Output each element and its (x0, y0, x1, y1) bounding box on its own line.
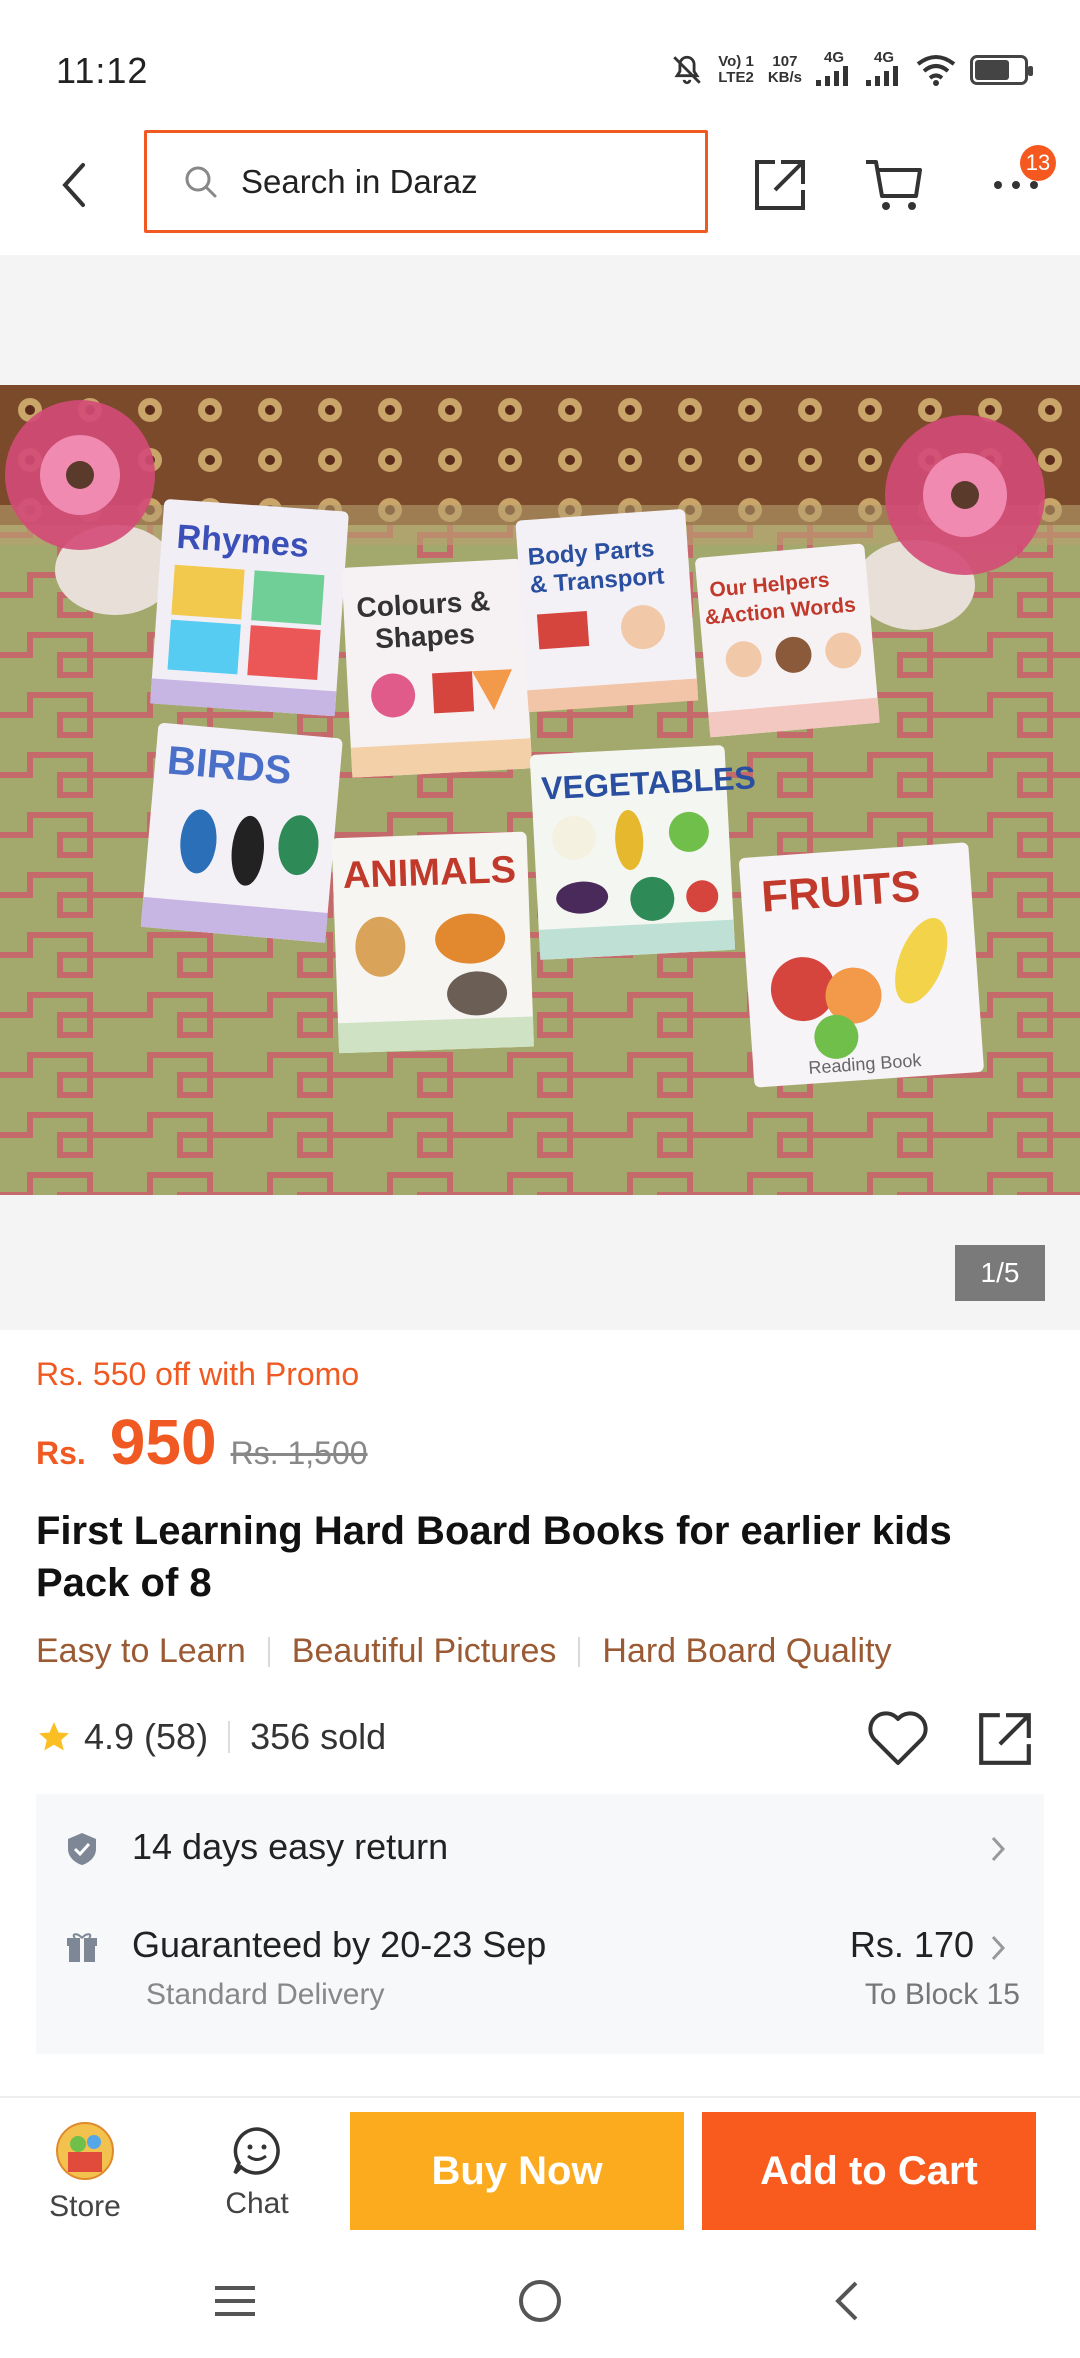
system-back-button[interactable] (806, 2266, 886, 2336)
wishlist-button[interactable] (865, 1706, 931, 1772)
book-vegetables: VEGETABLES (529, 745, 757, 960)
service-box: 14 days easy return Guaranteed by 20-23 … (36, 1794, 1044, 2054)
heart-icon (868, 1711, 928, 1765)
tag-item: Beautiful Pictures (291, 1632, 557, 1670)
delivery-location: To Block 15 (864, 1978, 1020, 2011)
back-arrow-icon (835, 2281, 858, 2321)
signal-2: 4G (866, 50, 902, 90)
sold-count: 356 sold (250, 1716, 387, 1757)
delivery-fee: Rs. 170 (849, 1924, 974, 1965)
rating-count: (58) (144, 1716, 209, 1757)
system-nav-bar (0, 2246, 1080, 2358)
chat-label: Chat (225, 2187, 289, 2220)
cart-icon (866, 160, 922, 210)
book-animals: ANIMALS (331, 831, 534, 1054)
chevron-right-icon (990, 1831, 1014, 1867)
return-text: 14 days easy return (132, 1826, 449, 1867)
book-body-parts: Body Parts & Transport (515, 509, 699, 713)
search-placeholder: Search in Daraz (241, 162, 478, 200)
book-our-helpers: Our Helpers &Action Words (695, 543, 880, 738)
menu-icon (215, 2286, 255, 2316)
store-button[interactable]: Store (15, 2098, 155, 2248)
original-price: Rs. 1,500 (230, 1435, 368, 1471)
delivery-row[interactable]: Guaranteed by 20-23 Sep Standard Deliver… (36, 1904, 1044, 2054)
recent-apps-button[interactable] (195, 2266, 275, 2336)
bottom-action-bar: Store Chat Buy Now Add to Cart (0, 2096, 1080, 2246)
cart-button[interactable] (862, 153, 926, 217)
book-birds: BIRDS (140, 723, 343, 943)
product-image[interactable]: Rhymes Colours & Shapes Body Parts & Tra… (0, 385, 1080, 1195)
book-colours-shapes: Colours & Shapes (341, 558, 533, 778)
store-label: Store (49, 2190, 121, 2223)
book-rhymes: Rhymes (150, 499, 349, 717)
status-time: 11:12 (56, 50, 149, 91)
status-icons: Vo) 1 LTE2 107 KB/s 4G 4G (670, 50, 1033, 90)
search-bar[interactable]: Search in Daraz (144, 130, 708, 233)
tag-item: Hard Board Quality (602, 1632, 892, 1670)
return-policy-row[interactable]: 14 days easy return (36, 1794, 1044, 1904)
chat-icon (233, 2127, 280, 2175)
more-button[interactable]: 13 (976, 145, 1056, 217)
share-icon (755, 160, 805, 210)
share-button[interactable] (748, 153, 812, 217)
rating-row[interactable]: 4.9 (58) 356 sold (36, 1716, 386, 1758)
image-counter: 1/5 (955, 1245, 1045, 1301)
signal-1: 4G (816, 50, 852, 90)
price-value: 950 (109, 1406, 217, 1478)
gift-box-icon (64, 1930, 100, 1966)
tag-divider (267, 1636, 270, 1667)
share-product-button[interactable] (972, 1706, 1038, 1772)
tag-item: Easy to Learn (36, 1632, 246, 1670)
back-button[interactable] (48, 155, 98, 215)
svg-text:Shapes: Shapes (374, 618, 475, 654)
chat-button[interactable]: Chat (187, 2098, 327, 2248)
mute-icon (673, 55, 702, 85)
status-bar: 11:12 Vo) 1 LTE2 107 KB/s 4G 4G (0, 0, 1080, 125)
chevron-left-icon (62, 163, 85, 207)
share-icon (979, 1713, 1031, 1765)
rating-value: 4.9 (84, 1716, 135, 1757)
more-icon (994, 181, 1038, 189)
product-title: First Learning Hard Board Books for earl… (36, 1509, 952, 1605)
home-button[interactable] (500, 2266, 580, 2336)
product-tags: Easy to Learn Beautiful Pictures Hard Bo… (36, 1632, 892, 1671)
battery-level (975, 60, 1009, 80)
svg-text:ANIMALS: ANIMALS (342, 849, 516, 897)
signal-bars-icon (816, 66, 848, 86)
battery-icon (970, 55, 1033, 85)
rating-divider (228, 1721, 231, 1753)
volte-indicator: Vo) 1 LTE2 (718, 53, 754, 86)
chevron-right-icon (990, 1930, 1014, 1966)
books-photo: Rhymes Colours & Shapes Body Parts & Tra… (0, 385, 1080, 1195)
delivery-guarantee: Guaranteed by 20-23 Sep (132, 1924, 547, 1965)
store-avatar-icon (56, 2122, 114, 2180)
network-speed: 107 KB/s (767, 53, 802, 86)
shield-check-icon (64, 1831, 100, 1867)
price-row: Rs. 950 Rs. 1,500 (36, 1405, 368, 1479)
buy-now-button[interactable]: Buy Now (350, 2112, 684, 2230)
add-to-cart-button[interactable]: Add to Cart (702, 2112, 1036, 2230)
book-fruits: FRUITS Reading Book (739, 842, 984, 1088)
notification-badge: 13 (1020, 145, 1056, 181)
promo-text[interactable]: Rs. 550 off with Promo (36, 1356, 359, 1393)
home-circle-icon (519, 2280, 561, 2322)
signal-bars-icon (866, 66, 898, 86)
price-currency: Rs. (36, 1435, 86, 1471)
product-gallery[interactable]: Rhymes Colours & Shapes Body Parts & Tra… (0, 255, 1080, 1330)
search-icon (185, 166, 217, 197)
tag-divider (578, 1636, 581, 1667)
star-icon (39, 1722, 69, 1751)
wifi-icon (916, 55, 956, 86)
top-navigation: Search in Daraz 13 (0, 125, 1080, 255)
delivery-type: Standard Delivery (146, 1978, 385, 2011)
